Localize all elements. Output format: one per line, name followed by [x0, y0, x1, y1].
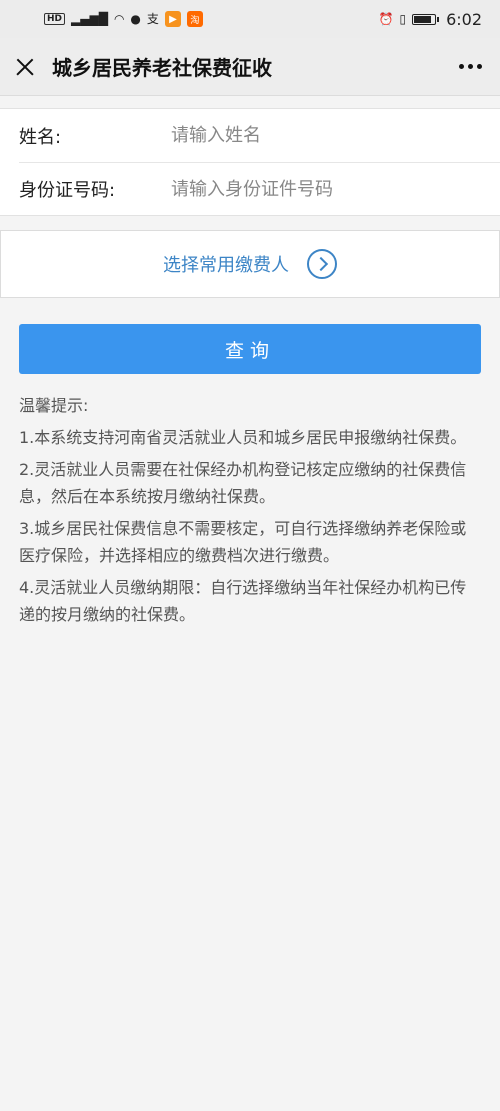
id-number-input[interactable] — [171, 178, 500, 200]
more-dot-icon — [477, 64, 482, 69]
tips-title: 温馨提示: — [19, 396, 89, 415]
more-dot-icon — [468, 64, 473, 69]
alarm-icon: ⏰ — [378, 12, 394, 26]
name-input[interactable] — [171, 125, 500, 146]
close-icon[interactable] — [12, 54, 38, 80]
select-payer-button[interactable]: 选择常用缴费人 — [0, 230, 500, 298]
hd-icon: HD — [44, 13, 66, 25]
nav-left: 城乡居民养老社保费征收 — [12, 52, 272, 81]
wifi-icon: ◠ — [113, 12, 125, 26]
more-options-button[interactable] — [457, 58, 484, 75]
status-bar: HD ▂▄▆█ ◠ ● 支 ▶ 淘 ⏰ ▯ 6:02 — [0, 0, 500, 38]
status-icons-right: ⏰ ▯ 6:02 — [379, 10, 483, 29]
tip-item: 2.灵活就业人员需要在社保经办机构登记核定应缴纳的社保费信息，然后在本系统按月缴… — [19, 460, 467, 506]
more-dot-icon — [459, 64, 464, 69]
tip-item: 4.灵活就业人员缴纳期限：自行选择缴纳当年社保经办机构已传递的按月缴纳的社保费。 — [19, 578, 467, 624]
select-payer-label: 选择常用缴费人 — [163, 255, 289, 276]
status-time: 6:02 — [446, 9, 482, 29]
signal-4g-icon: ▂▄▆█ — [71, 12, 108, 26]
battery-icon — [412, 13, 440, 25]
identity-form: 姓名: 身份证号码: — [0, 108, 500, 216]
video-app-icon: ▶ — [164, 11, 181, 27]
alipay-icon: 支 — [146, 12, 159, 26]
tip-item: 1.本系统支持河南省灵活就业人员和城乡居民申报缴纳社保费。 — [19, 428, 467, 447]
id-number-label: 身份证号码: — [19, 180, 116, 201]
query-button[interactable]: 查询 — [19, 324, 481, 374]
taobao-icon: 淘 — [186, 11, 203, 27]
page-title: 城乡居民养老社保费征收 — [52, 56, 272, 80]
status-icons-left: HD ▂▄▆█ ◠ ● 支 ▶ 淘 — [44, 11, 203, 27]
tips-section: 温馨提示: 1.本系统支持河南省灵活就业人员和城乡居民申报缴纳社保费。 2.灵活… — [0, 374, 500, 628]
name-row: 姓名: — [0, 109, 500, 162]
chat-icon: ● — [130, 12, 141, 26]
tip-item: 3.城乡居民社保费信息不需要核定，可自行选择缴纳养老保险或医疗保险，并选择相应的… — [19, 519, 467, 565]
name-label: 姓名: — [19, 126, 62, 148]
chevron-right-circle-icon — [307, 249, 337, 279]
vibrate-icon: ▯ — [399, 12, 407, 26]
id-number-row: 身份证号码: — [19, 162, 500, 215]
nav-bar: 城乡居民养老社保费征收 — [0, 38, 500, 96]
